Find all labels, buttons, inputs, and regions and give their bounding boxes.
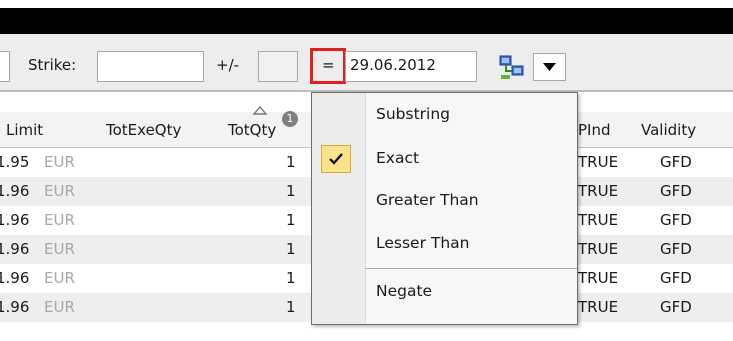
menu-item-exact[interactable]: Exact (312, 138, 577, 180)
totqty-cell: 1 (286, 182, 296, 200)
pind-cell: TRUE (578, 269, 619, 287)
sort-triangle-icon (253, 106, 267, 115)
currency-cell: EUR (44, 182, 75, 200)
plusminus-input[interactable] (258, 51, 298, 82)
plusminus-label: +/- (216, 56, 240, 74)
column-header-totexeqty[interactable]: TotExeQty (106, 121, 181, 139)
currency-cell: EUR (44, 298, 75, 316)
triangle-down-icon (543, 63, 556, 71)
totqty-cell: 1 (286, 153, 296, 171)
pind-cell: TRUE (578, 153, 619, 171)
column-header-pind[interactable]: PInd (578, 121, 611, 139)
network-computers-icon[interactable] (498, 55, 526, 81)
strike-label: Strike: (28, 56, 77, 74)
menu-item-label: Substring (376, 105, 450, 123)
validity-cell: GFD (660, 211, 692, 229)
strike-input[interactable] (97, 51, 204, 82)
column-header-validity[interactable]: Validity (641, 121, 696, 139)
window-top-edge (0, 0, 733, 8)
title-bar (0, 8, 733, 34)
validity-cell: GFD (660, 153, 692, 171)
totqty-cell: 1 (286, 211, 296, 229)
totqty-cell: 1 (286, 298, 296, 316)
validity-cell: GFD (660, 269, 692, 287)
column-header-totqty[interactable]: TotQty (228, 121, 276, 139)
limit-cell: 1.96 (0, 182, 30, 200)
date-value: 29.06.2012 (350, 56, 436, 74)
currency-cell: EUR (44, 211, 75, 229)
menu-item-greater-than[interactable]: Greater Than (312, 180, 577, 223)
limit-cell: 1.96 (0, 298, 30, 316)
validity-cell: GFD (660, 298, 692, 316)
operator-menu: Substring Exact Greater Than Lesser Than… (311, 92, 578, 325)
pind-cell: TRUE (578, 182, 619, 200)
limit-cell: 1.96 (0, 269, 30, 287)
date-field[interactable]: 29.06.2012 (345, 51, 477, 82)
pind-cell: TRUE (578, 211, 619, 229)
dropdown-button[interactable] (533, 53, 566, 81)
menu-item-lesser-than[interactable]: Lesser Than (312, 223, 577, 267)
currency-cell: EUR (44, 153, 75, 171)
menu-item-label: Greater Than (376, 191, 479, 209)
checked-indicator (321, 145, 351, 173)
filter-count-badge: 1 (282, 111, 298, 127)
validity-cell: GFD (660, 182, 692, 200)
menu-separator (365, 268, 577, 269)
operator-highlight-box (310, 48, 346, 84)
checkmark-icon (329, 153, 343, 165)
column-header-limit[interactable]: Limit (6, 121, 43, 139)
pind-cell: TRUE (578, 298, 619, 316)
menu-item-label: Lesser Than (376, 234, 470, 252)
currency-cell: EUR (44, 240, 75, 258)
menu-item-substring[interactable]: Substring (312, 93, 577, 138)
totqty-cell: 1 (286, 269, 296, 287)
limit-cell: 1.96 (0, 240, 30, 258)
menu-item-label: Exact (376, 149, 420, 167)
totqty-cell: 1 (286, 240, 296, 258)
currency-cell: EUR (44, 269, 75, 287)
menu-item-negate[interactable]: Negate (312, 270, 577, 320)
pind-cell: TRUE (578, 240, 619, 258)
menu-item-label: Negate (376, 282, 433, 300)
limit-cell: 1.95 (0, 153, 30, 171)
limit-cell: 1.96 (0, 211, 30, 229)
previous-filter-field[interactable] (0, 51, 10, 82)
validity-cell: GFD (660, 240, 692, 258)
